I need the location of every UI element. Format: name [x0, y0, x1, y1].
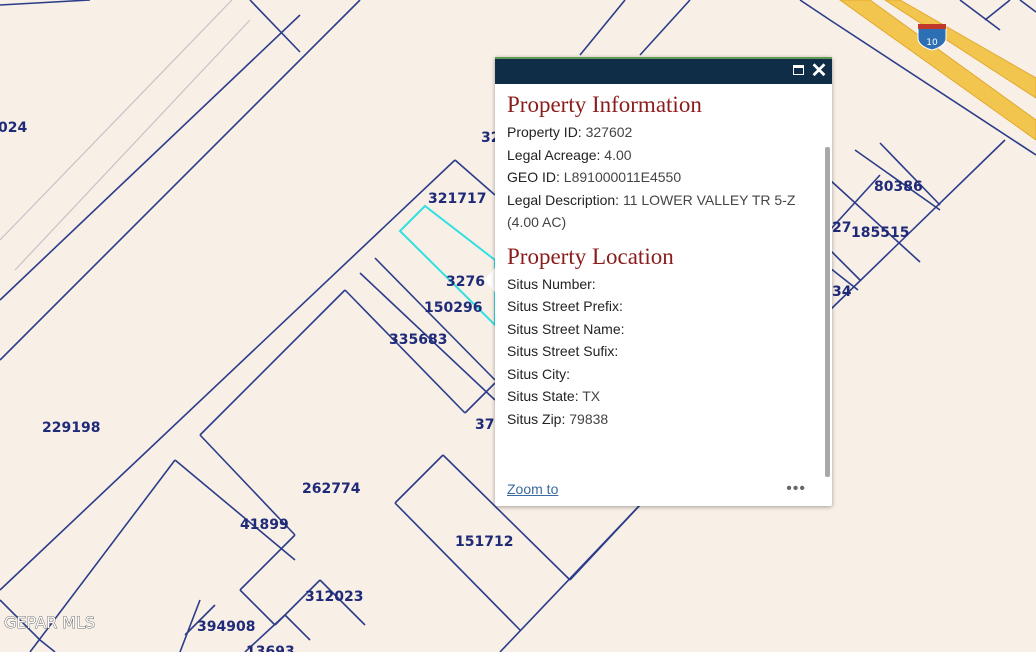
- interstate-highway: [839, 0, 1036, 141]
- field-value: TX: [582, 388, 601, 404]
- field-key: Legal Acreage:: [507, 146, 601, 163]
- field-key: Situs Zip:: [507, 410, 566, 427]
- field-situs-street-name: Situs Street Name:: [507, 318, 815, 341]
- popup-header: ✕: [495, 57, 832, 84]
- field-key: Situs Street Sufix:: [507, 343, 619, 359]
- field-value: L891000011E4550: [563, 169, 682, 185]
- field-value: 4.00: [604, 146, 632, 163]
- section-title: Property Location: [507, 243, 674, 269]
- popup-pointer: [484, 268, 495, 292]
- mls-watermark: GEPAR MLS: [4, 613, 95, 632]
- field-situs-street-sufix: Situs Street Sufix:: [507, 340, 815, 363]
- parcel-label: 312023: [305, 589, 363, 605]
- field-situs-street-prefix: Situs Street Prefix:: [507, 295, 815, 318]
- field-key: Situs Number:: [507, 275, 596, 292]
- section-title: Property Information: [507, 92, 702, 117]
- parcel-label: 13693: [246, 644, 295, 652]
- parcel-label: 394908: [197, 619, 255, 635]
- field-key: Situs State:: [507, 388, 579, 404]
- field-key: GEO ID:: [507, 169, 560, 185]
- field-legal-description: Legal Description: 11 LOWER VALLEY TR 5-…: [507, 189, 815, 234]
- parcel-label: 27: [832, 220, 851, 236]
- parcel-label: 34: [832, 284, 852, 300]
- parcel-label: 151712: [455, 534, 513, 550]
- field-legal-acreage: Legal Acreage: 4.00: [507, 144, 815, 167]
- field-property-id: Property ID: 327602: [507, 121, 815, 144]
- parcel-label: 3276: [446, 274, 485, 290]
- field-situs-state: Situs State: TX: [507, 385, 815, 408]
- field-key: Situs Street Prefix:: [507, 298, 623, 314]
- field-geo-id: GEO ID: L891000011E4550: [507, 166, 815, 189]
- field-key: Situs City:: [507, 365, 571, 382]
- field-situs-number: Situs Number:: [507, 273, 815, 296]
- shield-label: 10: [926, 38, 938, 48]
- property-popup: ✕ Property Information Property ID: 3276…: [495, 57, 832, 506]
- more-options-icon[interactable]: •••: [786, 480, 806, 498]
- popup-scrollbar[interactable]: [825, 147, 830, 477]
- parcel-label: 262774: [302, 481, 361, 497]
- field-key: Legal Description:: [507, 191, 620, 208]
- maximize-icon[interactable]: [790, 62, 808, 80]
- field-key: Situs Street Name:: [507, 320, 625, 337]
- field-situs-city: Situs City:: [507, 363, 815, 386]
- parcel-label: 185515: [851, 225, 909, 241]
- parcel-label: 150296: [424, 300, 482, 316]
- parcel-label: 37: [475, 417, 494, 433]
- parcel-label: 321717: [428, 191, 486, 207]
- zoom-to-link[interactable]: Zoom to: [507, 481, 558, 497]
- field-value: 327602: [585, 124, 633, 140]
- parcel-label: 335683: [389, 332, 447, 348]
- parcel-label: 41899: [240, 517, 289, 533]
- field-key: Property ID:: [507, 124, 582, 140]
- parcel-label: 80386: [874, 179, 923, 195]
- close-icon[interactable]: ✕: [810, 61, 828, 81]
- interstate-shield: 10: [917, 24, 947, 51]
- field-value: 79838: [569, 410, 609, 427]
- parcel-label: 229198: [42, 420, 100, 436]
- road-lines: [0, 0, 251, 271]
- field-situs-zip: Situs Zip: 79838: [507, 408, 815, 431]
- parcel-label: 024: [0, 120, 27, 136]
- popup-content: Property Information Property ID: 327602…: [507, 91, 815, 430]
